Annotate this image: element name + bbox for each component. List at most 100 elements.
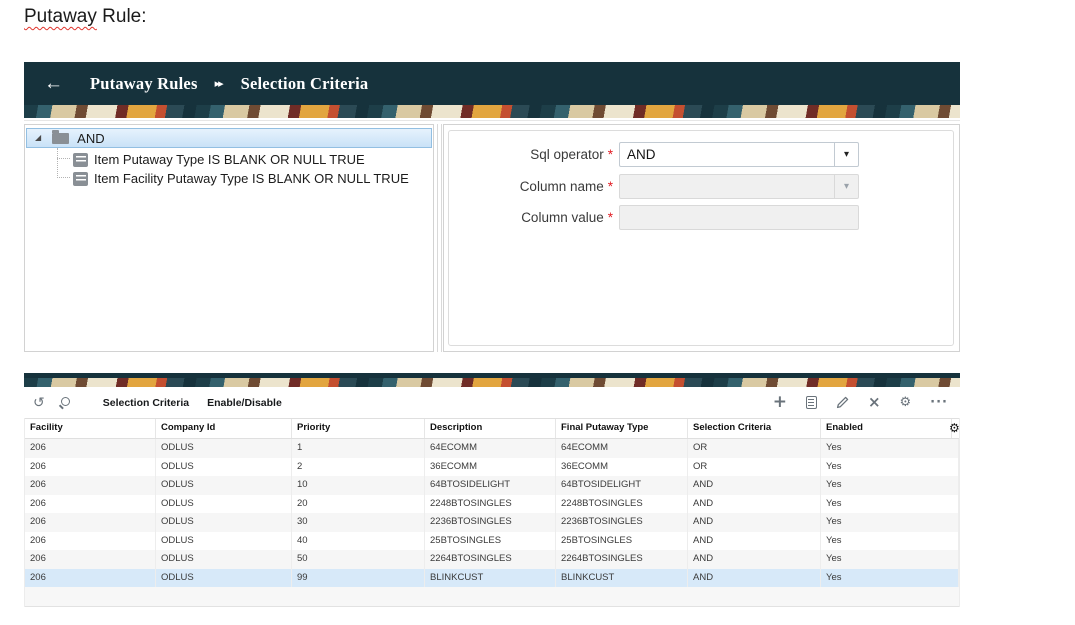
page-title-misspelled-word: Putaway xyxy=(24,6,97,27)
required-marker: * xyxy=(607,179,613,194)
tree-node-condition[interactable]: Item Putaway Type IS BLANK OR NULL TRUE xyxy=(26,150,365,169)
table-row[interactable]: 206 ODLUS 40 25BTOSINGLES 25BTOSINGLES AND Yes xyxy=(25,531,959,550)
table-cell: 50 xyxy=(292,550,425,569)
grid-tab[interactable]: Selection Criteria xyxy=(103,397,189,409)
column-name-label: Column name * xyxy=(519,179,613,194)
tree-node-condition[interactable]: Item Facility Putaway Type IS BLANK OR N… xyxy=(26,169,409,188)
table-cell: AND xyxy=(688,531,821,550)
criteria-panes: ◢ AND Item Putaway Type IS BLANK OR NULL… xyxy=(24,124,960,352)
table-cell: ODLUS xyxy=(156,476,292,495)
table-cell: OR xyxy=(688,457,821,476)
table-row[interactable]: 206 ODLUS 20 2248BTOSINGLES 2248BTOSINGLES AN… xyxy=(25,494,959,513)
required-marker: * xyxy=(607,147,613,162)
table-cell: AND xyxy=(688,513,821,532)
table-cell: 10 xyxy=(292,476,425,495)
table-cell: 2264BTOSINGLES xyxy=(425,550,556,569)
tree-node-and-root[interactable]: ◢ AND xyxy=(26,128,432,148)
breadcrumb-selection-criteria[interactable]: Selection Criteria xyxy=(241,74,369,94)
column-value-input xyxy=(619,205,859,230)
copy-icon[interactable] xyxy=(805,396,817,409)
breadcrumb-putaway-rules[interactable]: Putaway Rules xyxy=(90,74,198,94)
table-cell: Yes xyxy=(821,531,959,550)
table-cell: ODLUS xyxy=(156,494,292,513)
table-cell: 206 xyxy=(25,550,156,569)
tree-expand-icon[interactable]: ◢ xyxy=(35,134,41,142)
table-row[interactable]: 206 ODLUS 99 BLINKCUST BLINKCUST AND Yes xyxy=(25,568,959,587)
grid-tabs: Selection Criteria Enable/Disable xyxy=(103,397,282,409)
undo-icon[interactable]: ↺ xyxy=(33,395,45,411)
table-row[interactable]: 206 ODLUS 30 2236BTOSINGLES 2236BTOSINGLES AN… xyxy=(25,513,959,532)
settings-gear-icon[interactable]: ⚙ xyxy=(900,396,912,409)
table-header-cell[interactable]: Description xyxy=(425,419,556,438)
required-marker: * xyxy=(607,210,613,225)
table-header-cell[interactable]: Selection Criteria xyxy=(688,419,821,438)
grid-toolbar: ↺ Selection Criteria Enable/Disable + × … xyxy=(24,387,960,418)
criteria-form-box: Sql operator * AND ▾ Column name * ▾ Col… xyxy=(448,130,954,346)
column-settings-gear-icon[interactable]: ⚙ xyxy=(949,421,959,435)
table-cell: 40 xyxy=(292,531,425,550)
form-row-column-value: Column value * xyxy=(449,205,953,230)
edit-pencil-icon[interactable] xyxy=(836,396,849,409)
table-cell: 2236BTOSINGLES xyxy=(556,513,688,532)
search-icon[interactable] xyxy=(58,396,72,410)
rules-grid-section: ↺ Selection Criteria Enable/Disable + × … xyxy=(24,373,960,607)
table-cell: 1 xyxy=(292,439,425,458)
table-cell: AND xyxy=(688,476,821,495)
table-header-cell[interactable]: Final Putaway Type xyxy=(556,419,688,438)
app-header-bar: ← Putaway Rules ▸▸ Selection Criteria xyxy=(24,62,960,105)
divider xyxy=(24,120,960,121)
rule-tree-panel: ◢ AND Item Putaway Type IS BLANK OR NULL… xyxy=(24,124,434,352)
more-options-icon[interactable]: ··· xyxy=(930,396,948,409)
chevron-down-icon[interactable]: ▾ xyxy=(834,143,858,166)
criteria-form-panel: Sql operator * AND ▾ Column name * ▾ Col… xyxy=(443,124,960,352)
table-cell: 36ECOMM xyxy=(425,457,556,476)
table-row[interactable]: 206 ODLUS 1 64ECOMM 64ECOMM OR Yes xyxy=(25,439,959,458)
table-cell: Yes xyxy=(821,550,959,569)
table-header-cell[interactable]: Facility xyxy=(25,419,156,438)
table-cell: Yes xyxy=(821,457,959,476)
condition-doc-icon xyxy=(73,171,88,186)
table-cell: ODLUS xyxy=(156,568,292,587)
pane-splitter[interactable] xyxy=(434,124,443,352)
table-cell: 64BTOSIDELIGHT xyxy=(425,476,556,495)
grid-tab[interactable]: Enable/Disable xyxy=(207,397,282,409)
table-cell: ODLUS xyxy=(156,439,292,458)
table-row[interactable]: 206 ODLUS 2 36ECOMM 36ECOMM OR Yes xyxy=(25,457,959,476)
table-cell: OR xyxy=(688,439,821,458)
table-row[interactable]: 206 ODLUS 50 2264BTOSINGLES 2264BTOSINGLES AN… xyxy=(25,550,959,569)
table-cell: 30 xyxy=(292,513,425,532)
table-cell: 2248BTOSINGLES xyxy=(425,494,556,513)
table-cell: Yes xyxy=(821,513,959,532)
chevron-down-icon: ▾ xyxy=(834,175,858,198)
folder-icon xyxy=(52,129,70,144)
table-empty-filler xyxy=(25,587,959,607)
condition-doc-icon xyxy=(73,152,88,167)
sql-operator-select[interactable]: AND ▾ xyxy=(619,142,859,167)
table-cell: 64ECOMM xyxy=(425,439,556,458)
table-cell: AND xyxy=(688,568,821,587)
table-cell: 206 xyxy=(25,494,156,513)
add-icon[interactable]: + xyxy=(773,394,787,411)
table-cell: 206 xyxy=(25,531,156,550)
table-cell: 99 xyxy=(292,568,425,587)
table-header-cell[interactable]: Priority xyxy=(292,419,425,438)
sql-operator-value: AND xyxy=(627,147,656,162)
table-body: 206 ODLUS 1 64ECOMM 64ECOMM OR Yes 206 ODLUS 2 36E… xyxy=(25,439,959,587)
table-cell: AND xyxy=(688,494,821,513)
table-header-cell[interactable]: Enabled xyxy=(821,419,952,438)
table-cell: 206 xyxy=(25,439,156,458)
table-cell: Yes xyxy=(821,439,959,458)
delete-icon[interactable]: × xyxy=(868,395,881,410)
table-row[interactable]: 206 ODLUS 10 64BTOSIDELIGHT 64BTOSIDELIGHT AN… xyxy=(25,476,959,495)
page-title: Putaway Rule: xyxy=(24,6,147,28)
table-cell: Yes xyxy=(821,494,959,513)
table-header-cell[interactable]: Company Id xyxy=(156,419,292,438)
back-arrow-icon[interactable]: ← xyxy=(44,74,63,93)
breadcrumb: Putaway Rules ▸▸ Selection Criteria xyxy=(90,74,368,94)
grid-actions: + × ⚙ ··· xyxy=(773,394,948,411)
table-cell: 2248BTOSINGLES xyxy=(556,494,688,513)
table-cell: 206 xyxy=(25,568,156,587)
table-cell: ODLUS xyxy=(156,457,292,476)
column-name-value xyxy=(620,175,834,198)
table-cell: 20 xyxy=(292,494,425,513)
